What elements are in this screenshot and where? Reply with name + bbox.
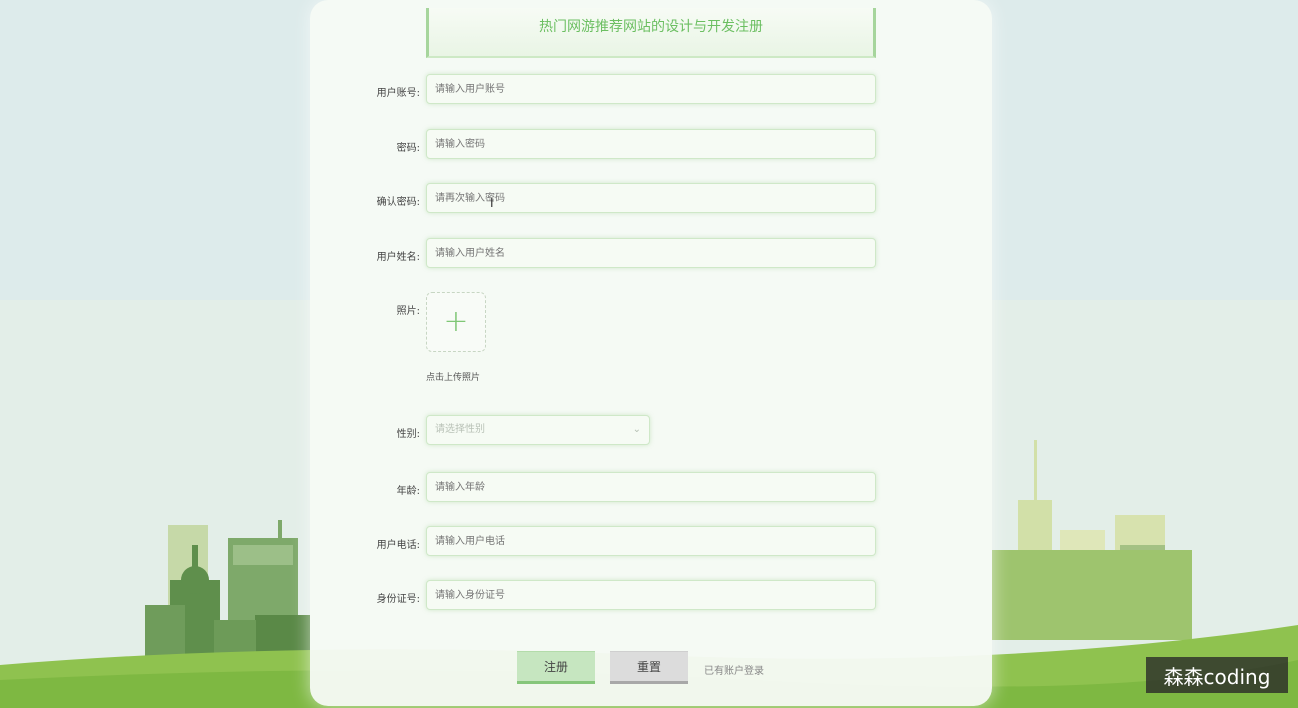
plus-icon: +: [443, 304, 469, 339]
account-input[interactable]: [426, 74, 876, 104]
idcard-input[interactable]: [426, 580, 876, 610]
name-input[interactable]: [426, 238, 876, 268]
password-label: 密码:: [396, 143, 420, 154]
phone-input[interactable]: [426, 526, 876, 556]
watermark: 森森coding: [1146, 657, 1288, 693]
age-input[interactable]: [426, 472, 876, 502]
gender-select-placeholder: 请选择性别: [435, 424, 485, 435]
gender-select[interactable]: 请选择性别 ⌄: [426, 415, 650, 445]
name-label: 用户姓名:: [376, 252, 420, 263]
text-cursor-icon: I: [490, 196, 494, 210]
confirm-password-label: 确认密码:: [376, 197, 420, 208]
password-input[interactable]: [426, 129, 876, 159]
register-button[interactable]: 注册: [517, 651, 595, 684]
page-title: 热门网游推荐网站的设计与开发注册: [539, 19, 763, 35]
gender-label: 性别:: [396, 429, 420, 440]
reset-button[interactable]: 重置: [610, 651, 688, 684]
phone-label: 用户电话:: [376, 540, 420, 551]
photo-upload[interactable]: +: [426, 292, 486, 352]
form-title-box: 热门网游推荐网站的设计与开发注册: [426, 8, 876, 58]
photo-label: 照片:: [396, 306, 420, 317]
account-label: 用户账号:: [376, 88, 420, 99]
login-link[interactable]: 已有账户登录: [704, 662, 764, 677]
age-label: 年龄:: [396, 486, 420, 497]
chevron-down-icon: ⌄: [632, 424, 641, 435]
idcard-label: 身份证号:: [376, 594, 420, 605]
photo-upload-hint: 点击上传照片: [426, 373, 481, 383]
